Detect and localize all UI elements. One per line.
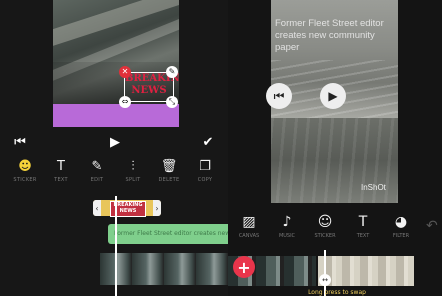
tool-label: FILTER [392, 233, 410, 239]
tool-label: STICKER [13, 177, 37, 183]
timeline: ‹ BREAKING NEWS › Former Fleet Street ed… [0, 196, 234, 296]
tool-sticker[interactable]: ☻ STICKER [6, 158, 44, 192]
trash-icon: 🗑 [160, 159, 178, 174]
tool-text[interactable]: T TEXT [344, 212, 382, 246]
tool-label: TEXT [356, 233, 370, 239]
tool-label: SPLIT [125, 177, 141, 183]
copy-icon: ❐ [199, 159, 211, 174]
sticker-text: BREAKING NEWS [125, 73, 179, 96]
undo-icon[interactable]: ↶ [426, 218, 442, 234]
pencil-icon: ✎ [91, 159, 103, 174]
right-phone-screen: Former Fleet Street editor creates new c… [228, 0, 442, 296]
swap-handle-icon[interactable]: ↔ [319, 274, 331, 286]
video-track-filmstrip[interactable] [318, 256, 414, 286]
sticker-track-clip[interactable]: ‹ BREAKING NEWS › [93, 200, 161, 217]
sticker-scale-handle[interactable]: ⤡ [166, 96, 178, 108]
filter-icon: ◕ [394, 214, 408, 230]
caption-text: Former Fleet Street editor creates new c… [275, 18, 384, 53]
tool-label: COPY [197, 177, 213, 183]
play-icon[interactable]: ▶ [105, 132, 125, 152]
sticker-edit-handle[interactable]: ✎ [166, 66, 178, 78]
tool-text[interactable]: T TEXT [42, 158, 80, 192]
skip-to-start-icon[interactable]: ⏮ [266, 83, 292, 109]
sticker-flip-handle[interactable]: ⇔ [119, 96, 131, 108]
left-phone-screen: BREAKING NEWS ✕ ✎ ⇔ ⤡ ⏮ ▶ ✔ ☻ STICKER T TEX… [0, 0, 234, 296]
preview-color-band [53, 104, 179, 127]
add-clip-button[interactable]: + [233, 256, 255, 278]
tool-label: EDIT [90, 177, 104, 183]
tool-music[interactable]: ♪ MUSIC [268, 212, 306, 246]
split-icon: ⫶ [131, 159, 135, 174]
tool-label: CANVAS [238, 233, 260, 239]
canvas-icon: ▨ [242, 214, 256, 230]
tool-canvas[interactable]: ▨ CANVAS [230, 212, 268, 246]
playhead[interactable] [115, 196, 117, 296]
preview-image-detail [53, 0, 179, 51]
video-preview[interactable]: BREAKING NEWS ✕ ✎ ⇔ ⤡ [53, 0, 179, 127]
tool-split[interactable]: ⫶ SPLIT [114, 158, 152, 192]
watermark[interactable]: InShOt [361, 183, 386, 192]
tool-label: DELETE [158, 177, 180, 183]
video-track-filmstrip[interactable] [100, 253, 228, 285]
main-edit-toolbar: ▨ CANVAS ♪ MUSIC ☺ STICKER T TEXT ◕ FILTER [228, 212, 442, 246]
tool-label: STICKER [314, 233, 336, 239]
swap-hint-text: Long press to swap [308, 289, 366, 296]
sticker-edit-toolbar: ☻ STICKER T TEXT ✎ EDIT ⫶ SPLIT 🗑 DELETE ❐ COPY [0, 158, 228, 192]
tool-copy[interactable]: ❐ COPY [186, 158, 224, 192]
chevron-right-icon[interactable]: › [153, 200, 161, 216]
text-icon: T [57, 159, 65, 174]
playback-controls: ⏮ ▶ ✔ [0, 132, 228, 152]
tool-filter[interactable]: ◕ FILTER [382, 212, 420, 246]
text-icon: T [358, 214, 368, 230]
tool-delete[interactable]: 🗑 DELETE [150, 158, 188, 192]
tool-edit[interactable]: ✎ EDIT [78, 158, 116, 192]
confirm-check-icon[interactable]: ✔ [198, 132, 218, 152]
chevron-left-icon[interactable]: ‹ [93, 200, 101, 216]
tool-label: TEXT [54, 177, 68, 183]
music-icon: ♪ [282, 214, 292, 230]
play-icon[interactable]: ▶ [320, 83, 346, 109]
text-track-clip[interactable]: Former Fleet Street editor creates new [108, 224, 234, 244]
tool-label: MUSIC [278, 233, 296, 239]
skip-to-start-icon[interactable]: ⏮ [10, 132, 30, 152]
sticker-delete-handle[interactable]: ✕ [119, 66, 131, 78]
sticker-icon: ☺ [317, 214, 333, 230]
sticker-smile-icon: ☻ [18, 159, 32, 174]
tool-sticker[interactable]: ☺ STICKER [306, 212, 344, 246]
